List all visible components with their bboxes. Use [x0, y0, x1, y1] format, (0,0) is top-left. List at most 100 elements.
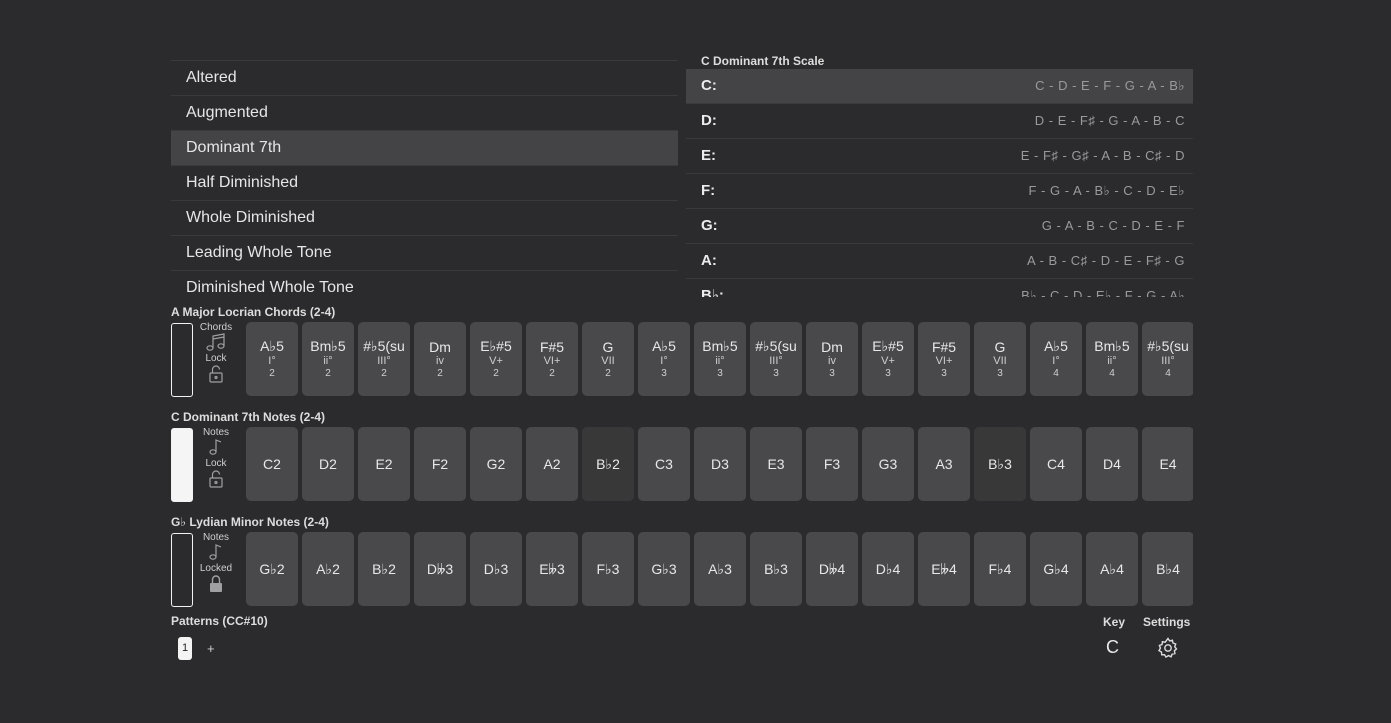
- chord-key[interactable]: Dm iv 3: [806, 322, 858, 396]
- note-key[interactable]: D𝄫4: [806, 532, 858, 606]
- note-key[interactable]: G♭4: [1030, 532, 1082, 606]
- music-note-icon[interactable]: [195, 543, 237, 563]
- note-key[interactable]: D♭3: [470, 532, 522, 606]
- track-controls: Notes Lock: [195, 427, 237, 503]
- chord-key[interactable]: #♭5(su III° 4: [1142, 322, 1193, 396]
- add-pattern-button[interactable]: +: [207, 641, 215, 656]
- note-name: D♭4: [875, 560, 901, 577]
- note-key[interactable]: A3: [918, 427, 970, 501]
- mode-label: Notes: [202, 532, 230, 543]
- velocity-slider[interactable]: [171, 323, 193, 397]
- chord-key[interactable]: Bm♭5 ii° 2: [302, 322, 354, 396]
- chord-name: Dm: [821, 338, 843, 355]
- chord-key[interactable]: A♭5 I° 3: [638, 322, 690, 396]
- chord-key[interactable]: G VII 2: [582, 322, 634, 396]
- chord-key[interactable]: E♭#5 V+ 3: [862, 322, 914, 396]
- note-name: E𝄫4: [931, 560, 957, 577]
- note-key[interactable]: C2: [246, 427, 298, 501]
- note-key[interactable]: A♭2: [302, 532, 354, 606]
- scale-type-item[interactable]: Dominant 7th: [171, 130, 678, 165]
- chord-key[interactable]: #♭5(su III° 2: [358, 322, 410, 396]
- note-key[interactable]: B♭4: [1142, 532, 1193, 606]
- chord-name: G: [602, 338, 614, 355]
- scale-row[interactable]: G: G - A - B - C - D - E - F: [686, 209, 1193, 244]
- note-key[interactable]: F3: [806, 427, 858, 501]
- key-selector[interactable]: C: [1106, 637, 1119, 658]
- music-note-icon[interactable]: [195, 438, 237, 458]
- chord-key[interactable]: F#5 VI+ 3: [918, 322, 970, 396]
- chord-degree: III°: [769, 355, 783, 367]
- note-key[interactable]: B♭2: [582, 427, 634, 501]
- scale-type-item[interactable]: Half Diminished: [171, 165, 678, 200]
- scale-row[interactable]: D: D - E - F♯ - G - A - B - C: [686, 104, 1193, 139]
- chord-key[interactable]: G VII 3: [974, 322, 1026, 396]
- scale-type-item[interactable]: Whole Diminished: [171, 200, 678, 235]
- note-name: G2: [486, 456, 506, 472]
- scale-row[interactable]: F: F - G - A - B♭ - C - D - E♭: [686, 174, 1193, 209]
- scale-row[interactable]: A: A - B - C♯ - D - E - F♯ - G: [686, 244, 1193, 279]
- scale-row[interactable]: C: C - D - E - F - G - A - B♭: [686, 69, 1193, 104]
- scale-row-key: B♭:: [701, 287, 724, 297]
- scale-type-item[interactable]: Augmented: [171, 95, 678, 130]
- scale-type-item[interactable]: Diminished Whole Tone: [171, 270, 678, 297]
- note-key[interactable]: D♭4: [862, 532, 914, 606]
- note-key[interactable]: E2: [358, 427, 410, 501]
- scale-type-list[interactable]: Altered Augmented Dominant 7th Half Diminis…: [171, 60, 678, 297]
- note-key[interactable]: B♭2: [358, 532, 410, 606]
- locked-icon[interactable]: [195, 574, 237, 594]
- scale-type-item[interactable]: Altered: [171, 60, 678, 95]
- music-notes-icon[interactable]: [195, 333, 237, 353]
- scale-type-item[interactable]: Leading Whole Tone: [171, 235, 678, 270]
- note-key[interactable]: D2: [302, 427, 354, 501]
- note-key[interactable]: F♭4: [974, 532, 1026, 606]
- note-name: F2: [431, 456, 449, 472]
- note-key[interactable]: B♭3: [974, 427, 1026, 501]
- chord-key[interactable]: A♭5 I° 2: [246, 322, 298, 396]
- velocity-slider[interactable]: [171, 428, 193, 502]
- note-key[interactable]: D𝄫3: [414, 532, 466, 606]
- note-key[interactable]: G3: [862, 427, 914, 501]
- chord-name: Bm♭5: [310, 338, 346, 354]
- note-key[interactable]: E𝄫3: [526, 532, 578, 606]
- scale-key-list[interactable]: C: C - D - E - F - G - A - B♭ D: D - E - F♯…: [686, 69, 1193, 297]
- note-key[interactable]: A2: [526, 427, 578, 501]
- chord-key[interactable]: F#5 VI+ 2: [526, 322, 578, 396]
- note-key[interactable]: G♭2: [246, 532, 298, 606]
- note-key[interactable]: E3: [750, 427, 802, 501]
- pattern-1-button[interactable]: 1: [178, 637, 192, 660]
- note-name: D♭3: [483, 560, 509, 577]
- note-key[interactable]: C4: [1030, 427, 1082, 501]
- note-key[interactable]: E4: [1142, 427, 1193, 501]
- scale-row-notes: C - D - E - F - G - A - B♭: [1035, 78, 1185, 93]
- note-key[interactable]: G2: [470, 427, 522, 501]
- note-key[interactable]: C3: [638, 427, 690, 501]
- chord-key[interactable]: Bm♭5 ii° 4: [1086, 322, 1138, 396]
- scale-row[interactable]: E: E - F♯ - G♯ - A - B - C♯ - D: [686, 139, 1193, 174]
- unlocked-icon[interactable]: [195, 469, 237, 489]
- note-key[interactable]: F♭3: [582, 532, 634, 606]
- chord-key[interactable]: #♭5(su III° 3: [750, 322, 802, 396]
- scale-row[interactable]: B♭: B♭ - C - D - E♭ - F - G - A♭: [686, 279, 1193, 297]
- unlocked-icon[interactable]: [195, 364, 237, 384]
- note-name: D2: [319, 456, 337, 472]
- gear-icon[interactable]: [1156, 636, 1180, 665]
- note-key[interactable]: D3: [694, 427, 746, 501]
- chord-key[interactable]: Dm iv 2: [414, 322, 466, 396]
- chord-degree: I°: [1052, 355, 1060, 367]
- scale-row-notes: F - G - A - B♭ - C - D - E♭: [1028, 183, 1185, 198]
- note-key[interactable]: G♭3: [638, 532, 690, 606]
- note-key[interactable]: E𝄫4: [918, 532, 970, 606]
- note-key[interactable]: D4: [1086, 427, 1138, 501]
- note-key[interactable]: A♭3: [694, 532, 746, 606]
- chord-key[interactable]: E♭#5 V+ 2: [470, 322, 522, 396]
- note-name: D𝄫4: [818, 560, 846, 577]
- chord-key[interactable]: A♭5 I° 4: [1030, 322, 1082, 396]
- note-name: G♭2: [259, 560, 285, 577]
- note-key[interactable]: F2: [414, 427, 466, 501]
- note-key[interactable]: A♭4: [1086, 532, 1138, 606]
- chord-key[interactable]: Bm♭5 ii° 3: [694, 322, 746, 396]
- velocity-slider[interactable]: [171, 533, 193, 607]
- patterns-title: Patterns (CC#10): [171, 614, 268, 628]
- note-name: D3: [711, 456, 729, 472]
- note-key[interactable]: B♭3: [750, 532, 802, 606]
